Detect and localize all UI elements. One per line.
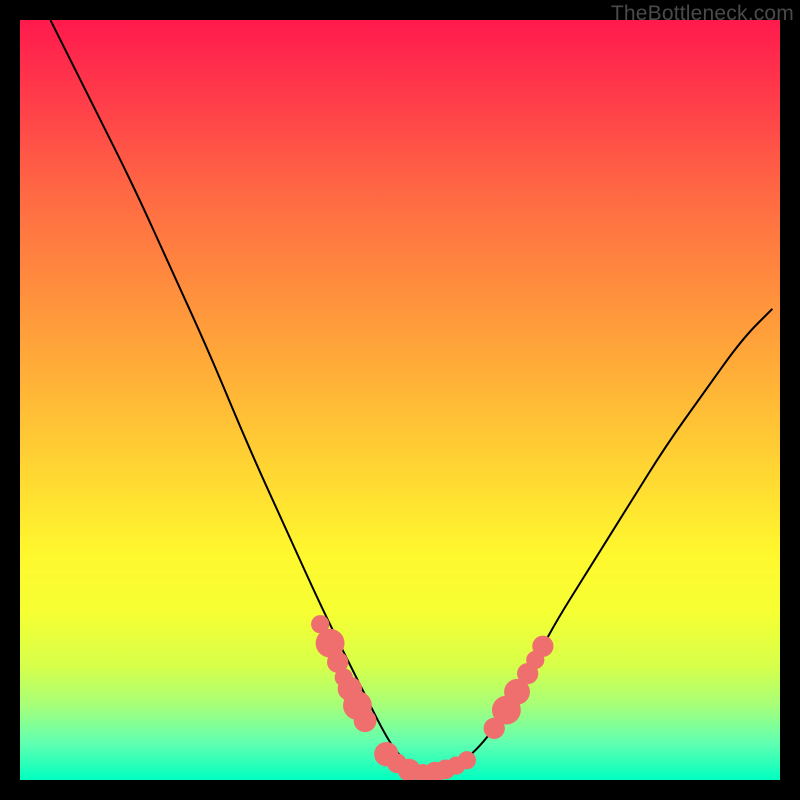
curve-marker — [354, 709, 377, 732]
curve-markers — [311, 615, 553, 780]
curve-marker — [458, 751, 476, 769]
plot-svg — [20, 20, 780, 780]
plot-frame — [20, 20, 780, 780]
watermark-text: TheBottleneck.com — [611, 2, 794, 26]
bottleneck-curve — [50, 20, 772, 772]
curve-marker — [532, 636, 553, 657]
